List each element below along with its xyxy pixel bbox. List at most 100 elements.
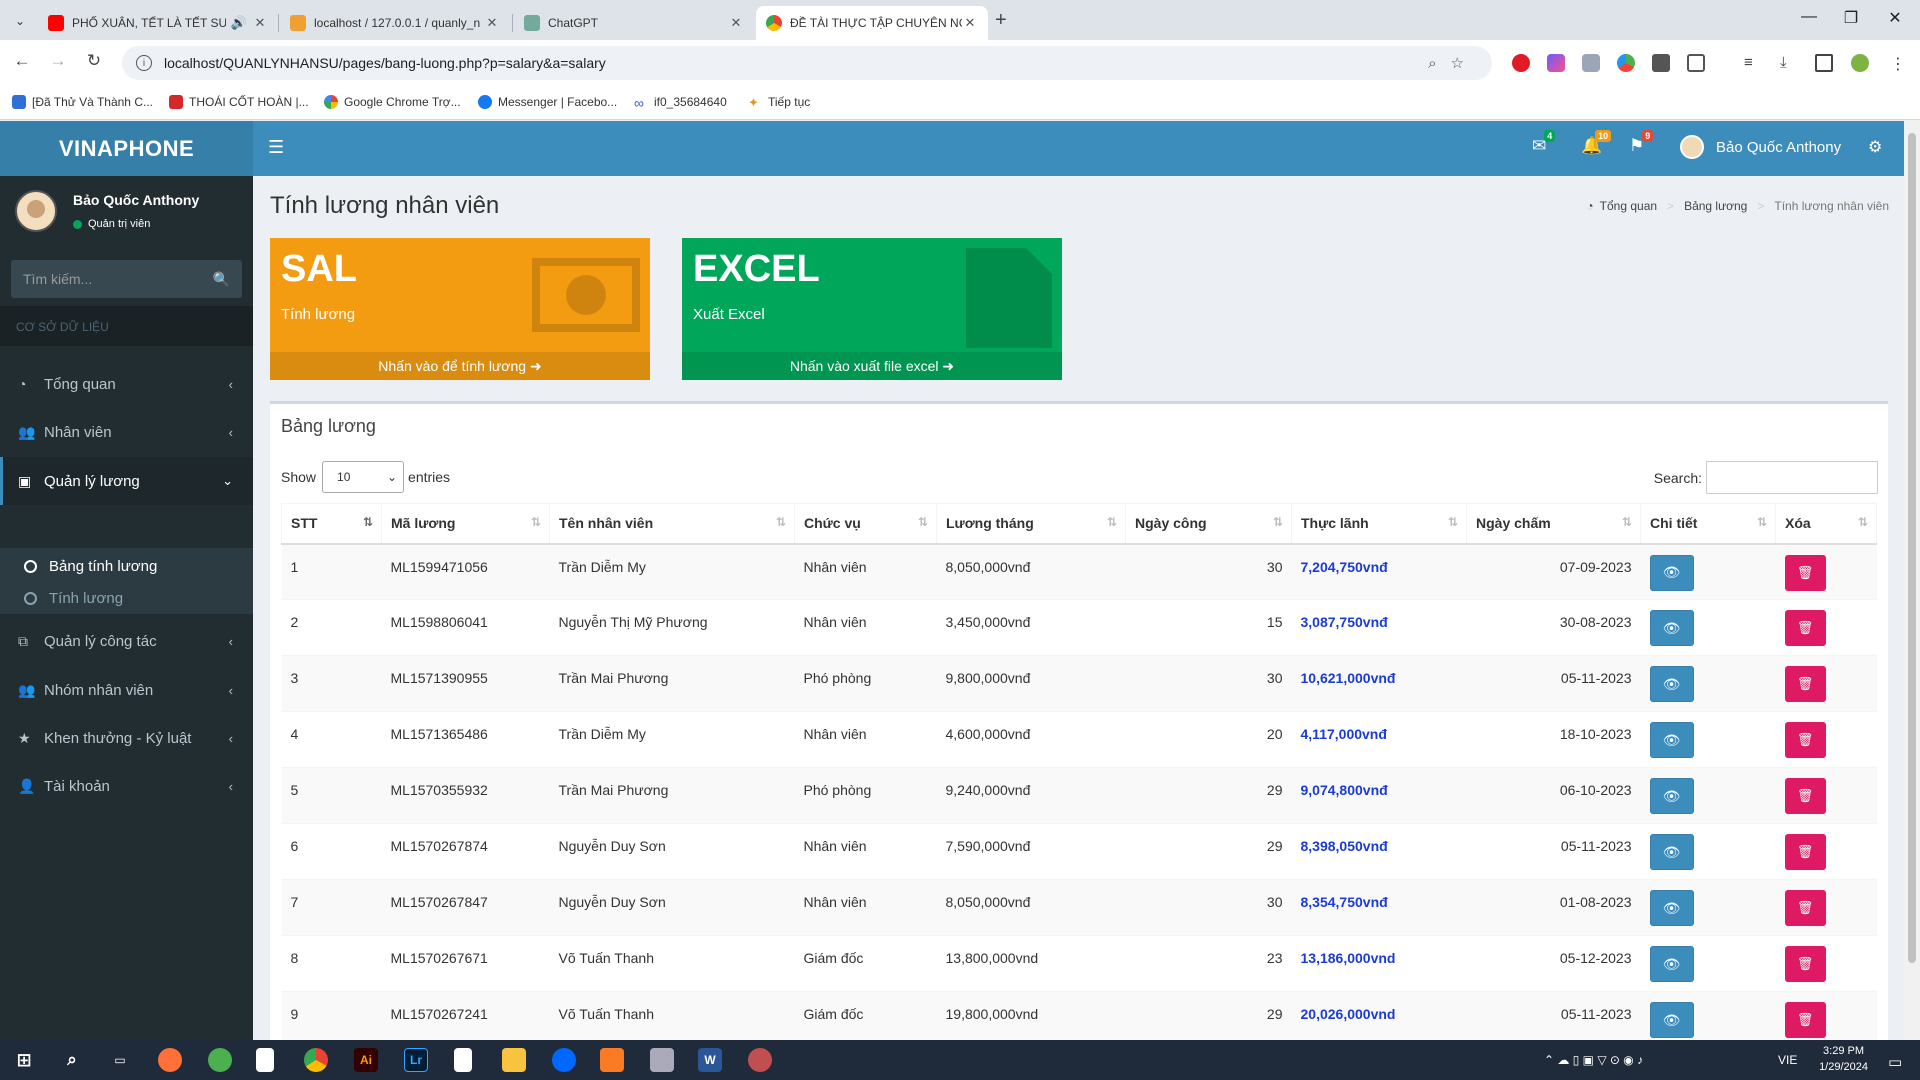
close-tab-icon[interactable]: ✕ <box>962 15 978 31</box>
view-detail-button[interactable]: 👁 <box>1649 610 1694 646</box>
close-tab-icon[interactable]: ✕ <box>484 15 500 31</box>
sidebar-search-input[interactable]: Tìm kiếm... 🔍 <box>11 260 242 298</box>
media-icon[interactable]: ≡ <box>1744 54 1762 72</box>
sidebar-item-account[interactable]: 👤 Tài khoản ‹ <box>0 762 253 810</box>
flag-icon[interactable]: ⚑ 9 <box>1629 130 1654 156</box>
more-vertical-icon[interactable]: ⋮ <box>1890 54 1908 73</box>
breadcrumb-link[interactable]: Tổng quan <box>1600 199 1657 213</box>
omnibox[interactable]: i localhost/QUANLYNHANSU/pages/bang-luon… <box>122 46 1492 80</box>
column-header[interactable]: Ngày công ⇅ <box>1125 503 1292 545</box>
entries-select[interactable]: 10 ⌄ <box>322 461 405 493</box>
back-icon[interactable]: ← <box>10 51 34 71</box>
zoom-bookmark-icons[interactable]: ⌕☆ <box>1428 54 1478 72</box>
zalo-icon[interactable] <box>552 1048 576 1072</box>
column-header[interactable]: Lương tháng ⇅ <box>936 503 1126 545</box>
export-excel-link[interactable]: Nhấn vào xuất file excel ➜ <box>682 352 1062 380</box>
side-panel-icon[interactable] <box>1815 54 1833 72</box>
windows-start-icon[interactable]: ⊞ <box>12 1048 36 1072</box>
file-explorer-icon[interactable] <box>502 1048 526 1072</box>
view-detail-button[interactable]: 👁 <box>1649 1002 1694 1038</box>
delete-button[interactable]: 🗑 <box>1784 1002 1826 1038</box>
column-header[interactable]: Mã lương ⇅ <box>381 503 550 545</box>
view-detail-button[interactable]: 👁 <box>1649 666 1694 702</box>
mail-icon[interactable]: ✉ 4 <box>1532 130 1556 156</box>
opera-extension-icon[interactable] <box>1512 54 1530 72</box>
delete-button[interactable]: 🗑 <box>1784 610 1826 646</box>
shield-extension-icon[interactable] <box>1582 54 1600 72</box>
forward-icon[interactable]: → <box>46 51 70 71</box>
column-header[interactable]: STT ⇅ <box>281 503 382 545</box>
app-icon[interactable] <box>748 1048 772 1072</box>
breadcrumb-link[interactable]: Bảng lương <box>1684 199 1747 213</box>
site-info-icon[interactable]: i <box>136 55 152 71</box>
bookmark-item[interactable]: Messenger | Facebo... <box>478 95 617 109</box>
word-icon[interactable]: W <box>698 1048 722 1072</box>
close-tab-icon[interactable]: ✕ <box>728 15 744 31</box>
submenu-item-calculate[interactable]: Tính lương <box>24 590 123 607</box>
view-detail-button[interactable]: 👁 <box>1649 778 1694 814</box>
chrome-icon[interactable] <box>304 1048 328 1072</box>
extension-icon[interactable] <box>1652 54 1670 72</box>
column-header[interactable]: Tên nhân viên ⇅ <box>549 503 795 545</box>
delete-button[interactable]: 🗑 <box>1784 722 1826 758</box>
extension-icon[interactable] <box>1547 54 1565 72</box>
bookmark-item[interactable]: ∞ if0_35684640 <box>634 95 727 111</box>
minimize-icon[interactable]: — <box>1786 8 1832 26</box>
illustrator-icon[interactable]: Ai <box>354 1048 378 1072</box>
sidebar-item-employee-groups[interactable]: 👥 Nhóm nhân viên ‹ <box>0 666 253 714</box>
system-clock[interactable]: 3:29 PM 1/29/2024 <box>1819 1043 1868 1075</box>
column-header[interactable]: Chức vụ ⇅ <box>794 503 937 545</box>
tray-icons[interactable]: ⌃ ☁ ▯ ▣ ▽ ⊙ ◉ ♪ <box>1544 1053 1643 1067</box>
sidebar-item-business-trips[interactable]: ⧉ Quản lý công tác ‹ <box>0 617 253 665</box>
column-header[interactable]: Ngày chấm ⇅ <box>1466 503 1641 545</box>
bookmark-item[interactable]: [Đã Thử Và Thành C... <box>12 95 153 109</box>
browser-tab[interactable]: localhost / 127.0.0.1 / quanly_n ✕ <box>280 6 510 40</box>
column-header[interactable]: Chi tiết ⇅ <box>1640 503 1776 545</box>
brand-logo[interactable]: VINAPHONE <box>0 121 253 176</box>
column-header[interactable]: Thực lãnh ⇅ <box>1291 503 1467 545</box>
calculate-salary-link[interactable]: Nhấn vào để tính lương ➜ <box>270 352 650 380</box>
puzzle-icon[interactable] <box>1687 54 1705 72</box>
url-text[interactable]: localhost/QUANLYNHANSU/pages/bang-luong.… <box>164 55 606 71</box>
download-icon[interactable]: ⤓ <box>1780 54 1798 72</box>
file-icon[interactable] <box>256 1048 274 1072</box>
delete-button[interactable]: 🗑 <box>1784 666 1826 702</box>
page-scrollbar[interactable] <box>1904 121 1920 1040</box>
restore-icon[interactable]: ❐ <box>1828 8 1874 28</box>
sidebar-item-employees[interactable]: 👥 Nhân viên ‹ <box>0 408 253 456</box>
audio-icon[interactable]: 🔊 <box>226 15 252 31</box>
browser-tab[interactable]: PHỐ XUÂN, TẾT LÀ TẾT SUM 🔊 ✕ <box>38 6 278 40</box>
search-input[interactable] <box>1706 461 1878 494</box>
sidebar-item-salary[interactable]: ▣ Quản lý lương ⌄ <box>0 457 253 505</box>
new-tab-icon[interactable]: + <box>995 9 1007 32</box>
browser-tab-active[interactable]: ĐỀ TÀI THỰC TẬP CHUYÊN NG ✕ <box>756 6 988 40</box>
column-header[interactable]: Xóa ⇅ <box>1775 503 1877 545</box>
scrollbar-thumb[interactable] <box>1908 133 1916 963</box>
app-icon[interactable] <box>650 1048 674 1072</box>
view-detail-button[interactable]: 👁 <box>1649 554 1694 591</box>
submenu-item-salary-table[interactable]: Bảng tính lương <box>24 558 157 575</box>
view-detail-button[interactable]: 👁 <box>1649 890 1694 926</box>
sidebar-item-dashboard[interactable]: ◔ Tổng quan ‹ <box>0 360 253 408</box>
view-detail-button[interactable]: 👁 <box>1649 722 1694 758</box>
view-detail-button[interactable]: 👁 <box>1649 834 1694 870</box>
task-view-icon[interactable]: ▭ <box>108 1048 132 1072</box>
close-window-icon[interactable]: ✕ <box>1872 8 1918 28</box>
bell-icon[interactable]: 🔔 10 <box>1581 130 1612 156</box>
delete-button[interactable]: 🗑 <box>1784 946 1826 982</box>
profile-avatar[interactable] <box>1851 54 1869 72</box>
bookmark-item[interactable]: ✦ Tiếp tục <box>748 95 810 110</box>
delete-button[interactable]: 🗑 <box>1784 890 1826 926</box>
search-icon[interactable]: ⌕ <box>60 1048 84 1072</box>
sidebar-toggle-icon[interactable]: ☰ <box>268 137 284 158</box>
view-detail-button[interactable]: 👁 <box>1649 946 1694 982</box>
app-icon[interactable] <box>208 1048 232 1072</box>
sidebar-item-rewards[interactable]: ★ Khen thưởng - Kỷ luật ‹ <box>0 714 253 762</box>
bookmark-item[interactable]: Google Chrome Trợ... <box>324 95 461 109</box>
delete-button[interactable]: 🗑 <box>1784 554 1826 591</box>
language-indicator[interactable]: VIE <box>1778 1053 1797 1067</box>
firefox-icon[interactable] <box>158 1048 182 1072</box>
lightroom-icon[interactable]: Lr <box>404 1048 428 1072</box>
xampp-icon[interactable] <box>600 1048 624 1072</box>
user-menu[interactable]: Bảo Quốc Anthony <box>1680 135 1841 159</box>
